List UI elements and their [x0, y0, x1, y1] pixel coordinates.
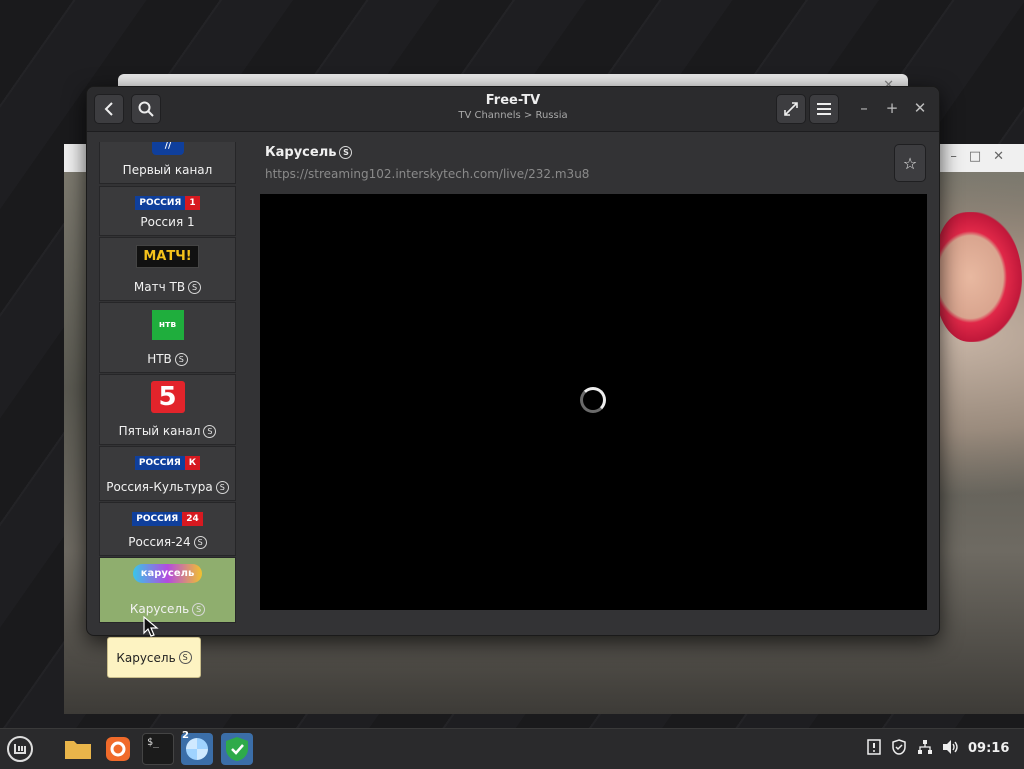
channel-name: Карусель: [129, 602, 190, 616]
clock[interactable]: 09:16: [968, 741, 1009, 756]
channel-item-match-tv[interactable]: МАТЧ! Матч ТВ S: [99, 237, 236, 301]
channel-list[interactable]: // Первый канал РОССИЯ 1 Россия 1 МАТЧ! М…: [99, 142, 236, 623]
loading-spinner-icon: [580, 387, 606, 413]
match-tv-logo: МАТЧ!: [136, 245, 199, 268]
s-badge-icon: S: [339, 146, 353, 159]
window-title: Free-TV: [485, 93, 541, 108]
security-shield-icon[interactable]: [891, 739, 907, 759]
star-icon: ☆: [902, 153, 918, 173]
taskbar: $_ 2 09:16: [0, 728, 1024, 769]
minimize-button[interactable]: –: [853, 97, 875, 119]
mint-menu-button[interactable]: [4, 733, 36, 765]
back-button[interactable]: [94, 94, 124, 124]
stream-url: https://streaming102.interskytech.com/li…: [265, 167, 590, 181]
channel-name: Россия-Культура: [106, 480, 213, 494]
channel-name: НТВ: [147, 352, 172, 366]
ntv-logo: нтв: [151, 310, 184, 340]
channel-title: Карусель S: [265, 145, 353, 160]
linux-mint-icon: [7, 736, 33, 762]
folder-icon: [65, 741, 91, 759]
channel-name: Пятый канал: [118, 424, 201, 438]
channel-one-logo: //: [152, 142, 184, 155]
breadcrumb: TV Channels > Russia: [458, 110, 568, 121]
s-badge-icon: S: [178, 651, 192, 664]
video-player[interactable]: [260, 194, 927, 610]
russia-1-logo: РОССИЯ 1: [135, 196, 200, 210]
russia-k-logo: РОССИЯ К: [134, 456, 201, 470]
s-badge-icon: S: [193, 536, 207, 549]
chevron-left-icon: [104, 102, 113, 116]
free-tv-window: Free-TV TV Channels > Russia – + ✕ // Пе…: [86, 86, 940, 636]
s-badge-icon: S: [188, 281, 202, 294]
channel-item-pervyi[interactable]: // Первый канал: [99, 142, 236, 184]
volume-icon[interactable]: [942, 739, 960, 759]
terminal-icon: $_: [147, 737, 160, 748]
update-manager-icon[interactable]: [866, 739, 882, 759]
free-tv-taskbar-button[interactable]: 2: [181, 730, 213, 765]
firefox-icon: [106, 737, 130, 761]
shield-icon: [226, 737, 248, 761]
firefox-button[interactable]: [102, 733, 134, 765]
channel-item-ntv[interactable]: нтв НТВ S: [99, 302, 236, 373]
maximize-button[interactable]: +: [881, 97, 903, 119]
channel-item-russia-1[interactable]: РОССИЯ 1 Россия 1: [99, 186, 236, 236]
favorite-button[interactable]: ☆: [894, 144, 926, 182]
header-bar: Free-TV TV Channels > Russia – + ✕: [87, 87, 939, 132]
network-icon[interactable]: [917, 739, 933, 759]
search-button[interactable]: [131, 94, 161, 124]
channel-name: Первый канал: [122, 163, 213, 177]
terminal-button[interactable]: $_: [142, 733, 174, 765]
russia-24-logo: РОССИЯ 24: [132, 512, 203, 526]
hamburger-menu-icon: [817, 103, 831, 115]
search-icon: [138, 101, 154, 117]
menu-button[interactable]: [809, 94, 839, 124]
channel-item-russia-24[interactable]: РОССИЯ 24 Россия-24 S: [99, 502, 236, 556]
expand-icon: [784, 102, 798, 116]
mouse-cursor-icon: [143, 616, 159, 637]
window-controls: –□✕: [950, 149, 1016, 164]
files-button[interactable]: [62, 733, 94, 765]
s-badge-icon: S: [215, 481, 229, 494]
decorative-lips-image: [936, 212, 1022, 342]
channel-item-karusel[interactable]: карусель Карусель S: [99, 557, 236, 623]
channel-item-russia-k[interactable]: РОССИЯ К Россия-Культура S: [99, 446, 236, 501]
workspace-badge: 2: [182, 730, 189, 741]
s-badge-icon: S: [174, 353, 188, 366]
window-title-block: Free-TV TV Channels > Russia: [413, 93, 613, 121]
channel-name: Россия 1: [140, 215, 195, 229]
fullscreen-button[interactable]: [776, 94, 806, 124]
s-badge-icon: S: [203, 425, 217, 438]
s-badge-icon: S: [192, 603, 206, 616]
channel-5-logo: 5: [150, 381, 185, 413]
close-button[interactable]: ✕: [909, 97, 931, 119]
tooltip: Карусель S: [107, 637, 201, 678]
karusel-logo: карусель: [132, 564, 203, 583]
vpn-shield-button[interactable]: [221, 733, 253, 765]
channel-name: Россия-24: [128, 535, 191, 549]
channel-item-5[interactable]: 5 Пятый канал S: [99, 374, 236, 445]
channel-name: Матч ТВ: [133, 280, 186, 294]
